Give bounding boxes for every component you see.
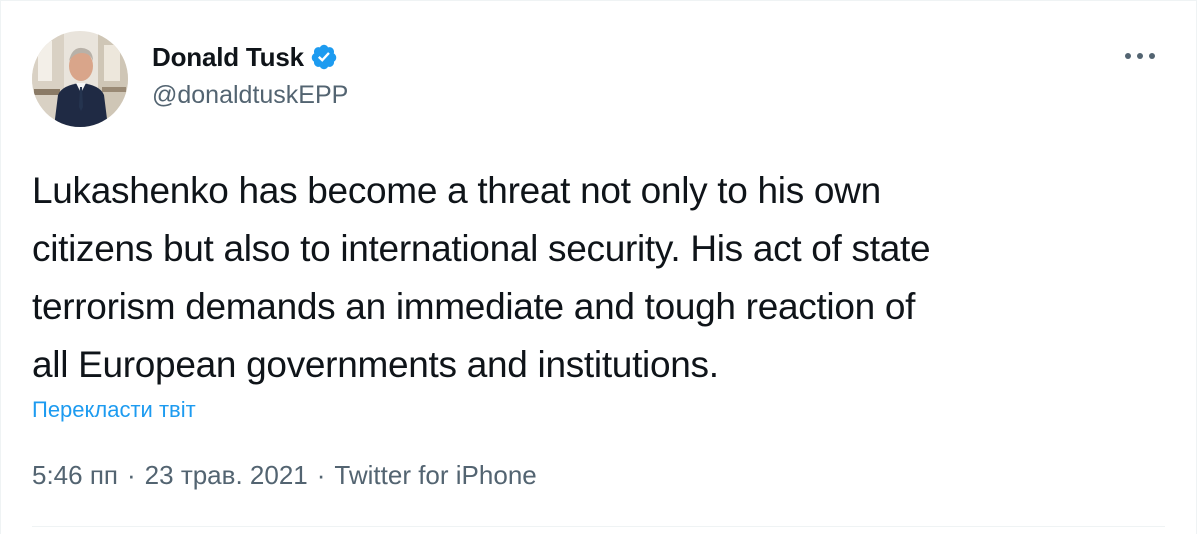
avatar[interactable] (32, 31, 128, 127)
meta-separator: · (316, 460, 326, 490)
author-handle[interactable]: @donaldtuskEPP (152, 81, 348, 110)
divider (32, 526, 1165, 527)
author-display-name[interactable]: Donald Tusk (152, 42, 304, 73)
tweet-card: Donald Tusk @donaldtuskEPP Lukashenko ha… (0, 0, 1197, 534)
top-border (1, 0, 1196, 1)
tweet-meta: 5:46 пп · 23 трав. 2021 · Twitter for iP… (32, 460, 537, 491)
tweet-source[interactable]: Twitter for iPhone (334, 460, 536, 491)
more-horizontal-icon[interactable] (1120, 44, 1160, 68)
meta-separator: · (127, 460, 136, 490)
translate-tweet-link[interactable]: Перекласти твіт (32, 397, 196, 423)
tweet-date[interactable]: 23 трав. 2021 (145, 460, 308, 491)
verified-badge-icon[interactable] (310, 43, 338, 71)
avatar-photo-icon (32, 31, 128, 127)
tweet-text: Lukashenko has become a threat not only … (32, 170, 931, 385)
tweet-time[interactable]: 5:46 пп (32, 460, 118, 491)
author-name-row: Donald Tusk (152, 40, 338, 74)
